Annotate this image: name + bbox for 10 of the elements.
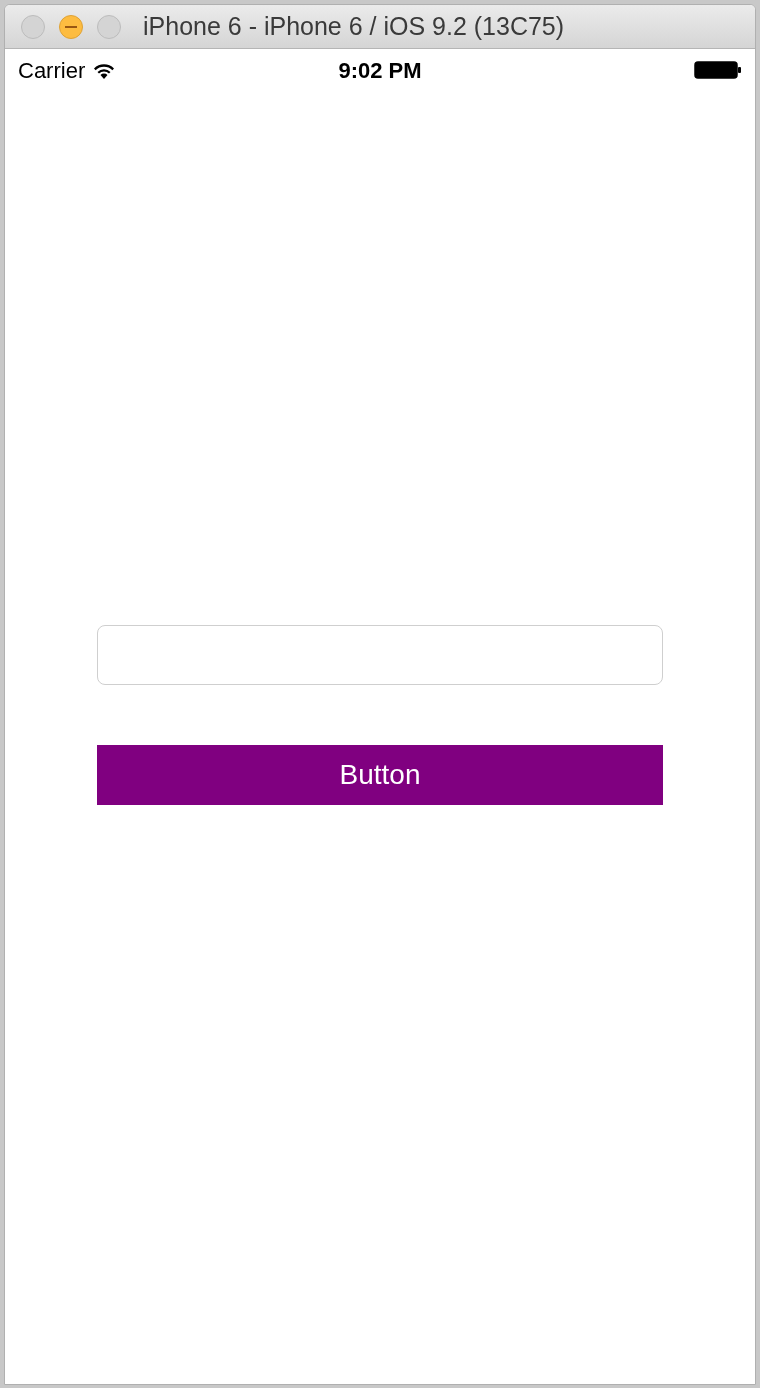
primary-button[interactable]: Button	[97, 745, 663, 805]
window-title: iPhone 6 - iPhone 6 / iOS 9.2 (13C75)	[143, 10, 565, 42]
status-time: 9:02 PM	[338, 56, 422, 85]
wifi-icon	[93, 61, 116, 79]
close-icon[interactable]	[21, 14, 45, 39]
text-field[interactable]	[97, 625, 663, 685]
zoom-icon[interactable]	[97, 14, 121, 39]
minimize-icon[interactable]	[59, 14, 83, 39]
battery-icon	[694, 61, 742, 79]
carrier-label: Carrier	[18, 56, 86, 85]
